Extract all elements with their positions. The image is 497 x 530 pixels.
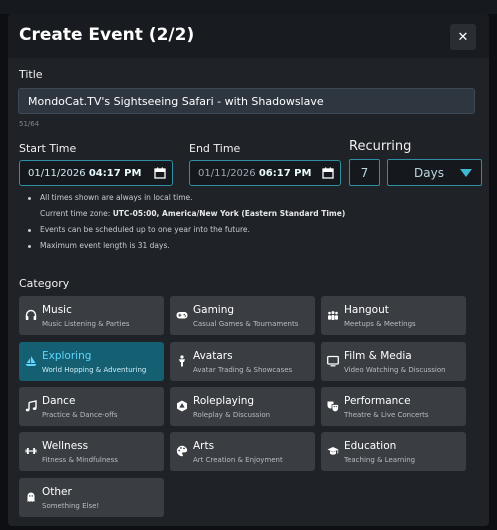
category-music[interactable]: Music Music Listening & Parties: [19, 296, 164, 335]
calendar-icon[interactable]: [322, 167, 334, 179]
category-subtitle: Art Creation & Enjoyment: [193, 456, 283, 464]
time-notes: All times shown are always in local time…: [26, 194, 345, 250]
create-event-modal: Create Event (2/2) ✕ Title MondoCat.TV's…: [8, 14, 489, 526]
graduation-cap-icon: [327, 447, 339, 455]
close-icon: ✕: [457, 29, 469, 45]
category-name: Avatars: [193, 350, 233, 362]
category-subtitle: Theatre & Live Concerts: [344, 411, 429, 419]
end-time-value: 06:17 PM: [258, 168, 312, 179]
note-timezone-prefix: Current time zone:: [40, 209, 113, 218]
category-dance[interactable]: Dance Practice & Dance-offs: [19, 387, 164, 426]
category-education[interactable]: Education Teaching & Learning: [321, 432, 466, 471]
d20-icon: [177, 400, 187, 412]
category-name: Other: [42, 486, 72, 498]
sailboat-icon: [25, 356, 37, 366]
category-exploring[interactable]: Exploring World Hopping & Adventuring: [19, 342, 164, 381]
category-subtitle: World Hopping & Adventuring: [42, 366, 147, 374]
recurring-count-input[interactable]: 7: [349, 159, 380, 186]
category-label: Category: [19, 277, 70, 290]
category-subtitle: Avatar Trading & Showcases: [193, 366, 293, 374]
close-button[interactable]: ✕: [450, 24, 476, 50]
category-film-media[interactable]: Film & Media Video Watching & Discussion: [321, 342, 466, 381]
title-input[interactable]: MondoCat.TV's Sightseeing Safari - with …: [18, 88, 475, 114]
recurring-unit-select[interactable]: Days: [387, 159, 482, 186]
page-backdrop: [0, 0, 497, 14]
category-avatars[interactable]: Avatars Avatar Trading & Showcases: [170, 342, 315, 381]
category-subtitle: Teaching & Learning: [344, 456, 416, 464]
category-subtitle: Meetups & Meetings: [344, 320, 416, 328]
ghost-icon: [27, 492, 35, 502]
category-name: Exploring: [42, 350, 92, 362]
category-subtitle: Music Listening & Parties: [42, 320, 130, 328]
title-label: Title: [19, 68, 43, 81]
palette-icon: [176, 445, 188, 457]
end-date-value: 01/11/2026: [198, 168, 256, 179]
end-time-label: End Time: [189, 142, 241, 155]
person-icon: [179, 355, 185, 367]
people-icon: [328, 311, 338, 320]
end-time-input[interactable]: 01/11/2026 06:17 PM: [189, 160, 341, 186]
category-performance[interactable]: Performance Theatre & Live Concerts: [321, 387, 466, 426]
start-date-value: 01/11/2026: [28, 168, 86, 179]
headphones-icon: [25, 309, 37, 320]
gamepad-icon: [176, 312, 188, 319]
note-local-time: All times shown are always in local time…: [26, 194, 345, 202]
category-hangout[interactable]: Hangout Meetups & Meetings: [321, 296, 466, 335]
category-name: Hangout: [344, 304, 389, 316]
category-subtitle: Something Else!: [42, 502, 100, 510]
category-name: Dance: [42, 395, 76, 407]
dumbbell-icon: [25, 448, 37, 454]
category-roleplaying[interactable]: Roleplaying Roleplay & Discussion: [170, 387, 315, 426]
note-max-length: Maximum event length is 31 days.: [26, 242, 345, 250]
category-name: Gaming: [193, 304, 235, 316]
category-name: Music: [42, 304, 72, 316]
modal-title: Create Event (2/2): [19, 25, 195, 45]
category-name: Performance: [344, 395, 411, 407]
tv-icon: [327, 355, 339, 367]
category-subtitle: Video Watching & Discussion: [344, 366, 446, 374]
note-timezone: Current time zone: UTC-05:00, America/Ne…: [26, 210, 345, 218]
category-name: Roleplaying: [193, 395, 255, 407]
start-time-label: Start Time: [19, 142, 77, 155]
masks-icon: [327, 401, 339, 412]
recurring-label: Recurring: [349, 139, 412, 154]
category-subtitle: Casual Games & Tournaments: [193, 320, 299, 328]
modal-header: Create Event (2/2) ✕: [8, 14, 489, 58]
category-name: Film & Media: [344, 350, 412, 362]
start-time-value: 04:17 PM: [88, 168, 142, 179]
category-name: Wellness: [42, 440, 89, 452]
category-name: Arts: [193, 440, 215, 452]
category-wellness[interactable]: Wellness Fitness & Mindfulness: [19, 432, 164, 471]
chevron-down-icon: [460, 169, 472, 177]
category-subtitle: Fitness & Mindfulness: [42, 456, 118, 464]
category-subtitle: Roleplay & Discussion: [193, 411, 271, 419]
category-subtitle: Practice & Dance-offs: [42, 411, 118, 419]
music-note-icon: [25, 400, 37, 412]
note-timezone-value: UTC-05:00, America/New York (Eastern Sta…: [112, 209, 346, 218]
title-char-count: 51/64: [19, 120, 40, 128]
note-schedule-limit: Events can be scheduled up to one year i…: [26, 226, 345, 234]
category-other[interactable]: Other Something Else!: [19, 478, 164, 517]
category-arts[interactable]: Arts Art Creation & Enjoyment: [170, 432, 315, 471]
category-name: Education: [344, 440, 397, 452]
category-gaming[interactable]: Gaming Casual Games & Tournaments: [170, 296, 315, 335]
recurring-unit-value: Days: [414, 166, 444, 180]
start-time-input[interactable]: 01/11/2026 04:17 PM: [19, 160, 173, 186]
calendar-icon[interactable]: [154, 167, 166, 179]
